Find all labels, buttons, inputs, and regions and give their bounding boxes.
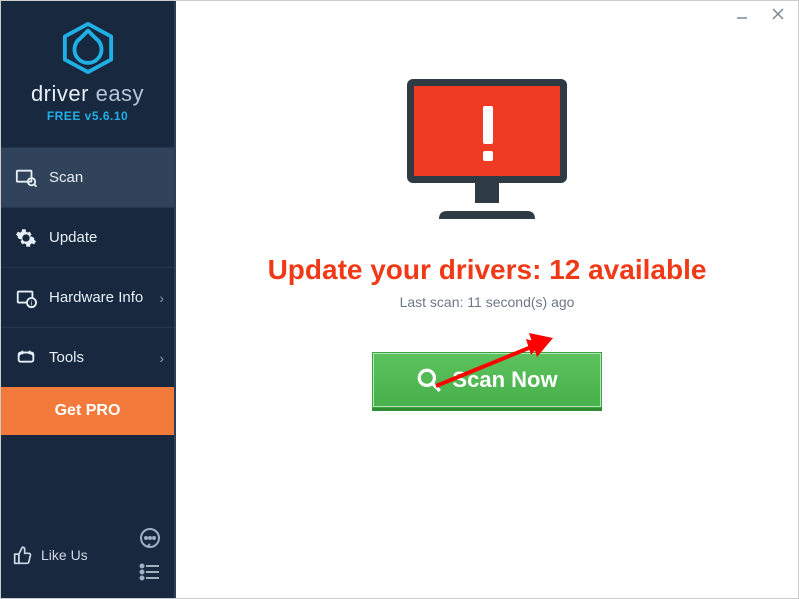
sidebar-item-update[interactable]: Update [1, 207, 174, 267]
minimize-icon [736, 8, 748, 20]
scan-now-button[interactable]: Scan Now [372, 352, 602, 408]
close-button[interactable] [764, 3, 792, 25]
chevron-right-icon: › [159, 290, 164, 306]
sidebar: driver easy FREE v5.6.10 Scan Update i [1, 1, 176, 598]
sidebar-item-label: Update [49, 229, 97, 246]
sidebar-extra-icons [138, 526, 162, 584]
version-label: FREE v5.6.10 [1, 109, 174, 123]
chevron-right-icon: › [159, 350, 164, 366]
search-icon [416, 367, 442, 393]
tools-icon [15, 347, 37, 369]
thumbs-up-icon [13, 545, 33, 565]
like-us-button[interactable]: Like Us [13, 545, 88, 565]
sidebar-bottom: Like Us [1, 516, 174, 598]
alert-monitor-graphic [392, 71, 582, 236]
app-logo-icon [60, 21, 116, 75]
sidebar-item-label: Scan [49, 169, 83, 186]
gear-icon [15, 227, 37, 249]
window-controls [728, 3, 792, 25]
logo-block: driver easy FREE v5.6.10 [1, 1, 174, 135]
brand-word-1: driver [31, 81, 89, 106]
sidebar-item-scan[interactable]: Scan [1, 147, 174, 207]
minimize-button[interactable] [728, 3, 756, 25]
menu-list-icon[interactable] [138, 560, 162, 584]
feedback-icon[interactable] [138, 526, 162, 550]
last-scan-label: Last scan: 11 second(s) ago [400, 294, 575, 310]
close-icon [772, 8, 784, 20]
monitor-alert-icon [392, 71, 582, 231]
sidebar-nav: Scan Update i Hardware Info › Tools [1, 147, 174, 435]
scan-now-label: Scan Now [452, 367, 557, 393]
update-headline: Update your drivers: 12 available [268, 254, 707, 286]
app-name: driver easy [1, 81, 174, 107]
sidebar-item-label: Tools [49, 349, 84, 366]
brand-word-2: easy [96, 81, 144, 106]
get-pro-button[interactable]: Get PRO [1, 387, 174, 435]
hardware-info-icon: i [15, 287, 37, 309]
sidebar-item-tools[interactable]: Tools › [1, 327, 174, 387]
scan-icon [15, 167, 37, 189]
get-pro-label: Get PRO [55, 402, 121, 420]
sidebar-item-label: Hardware Info [49, 289, 143, 306]
like-us-label: Like Us [41, 547, 88, 563]
main-area: Update your drivers: 12 available Last s… [176, 1, 798, 598]
sidebar-item-hardware-info[interactable]: i Hardware Info › [1, 267, 174, 327]
